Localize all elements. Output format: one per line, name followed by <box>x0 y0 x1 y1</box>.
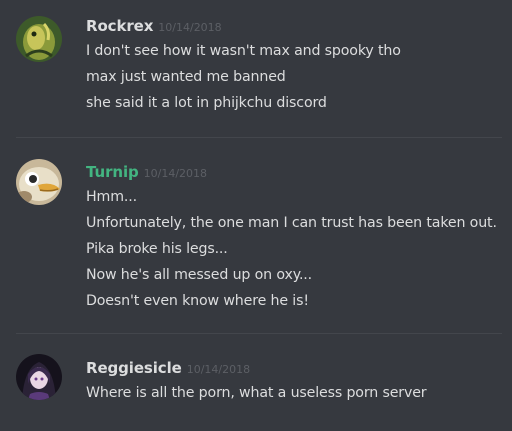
message-line: max just wanted me banned <box>86 69 286 85</box>
timestamp: 10/14/2018 <box>143 167 208 180</box>
message-line: Where is all the porn, what a useless po… <box>86 385 427 401</box>
username[interactable]: Turnip <box>86 163 139 181</box>
message-line: she said it a lot in phijkchu discord <box>86 95 327 111</box>
avatar-rockrex[interactable] <box>16 16 62 62</box>
avatar-turnip[interactable] <box>16 159 62 205</box>
message-divider <box>16 137 502 138</box>
message-header-reggiesicle: Reggiesicle 10/14/2018 <box>86 358 250 378</box>
timestamp: 10/14/2018 <box>186 363 251 376</box>
message-line: Doesn't even know where he is! <box>86 293 309 309</box>
message-line: Hmm... <box>86 189 137 205</box>
username[interactable]: Rockrex <box>86 17 153 35</box>
message-line: Unfortunately, the one man I can trust h… <box>86 215 497 231</box>
message-header-rockrex: Rockrex 10/14/2018 <box>86 16 222 36</box>
avatar-reggiesicle[interactable] <box>16 354 62 400</box>
username[interactable]: Reggiesicle <box>86 359 182 377</box>
message-divider <box>16 333 502 334</box>
message-header-turnip: Turnip 10/14/2018 <box>86 162 207 182</box>
message-line: Now he's all messed up on oxy... <box>86 267 313 283</box>
timestamp: 10/14/2018 <box>158 21 222 34</box>
message-line: I don't see how it wasn't max and spooky… <box>86 43 401 59</box>
message-line: Pika broke his legs... <box>86 241 228 257</box>
